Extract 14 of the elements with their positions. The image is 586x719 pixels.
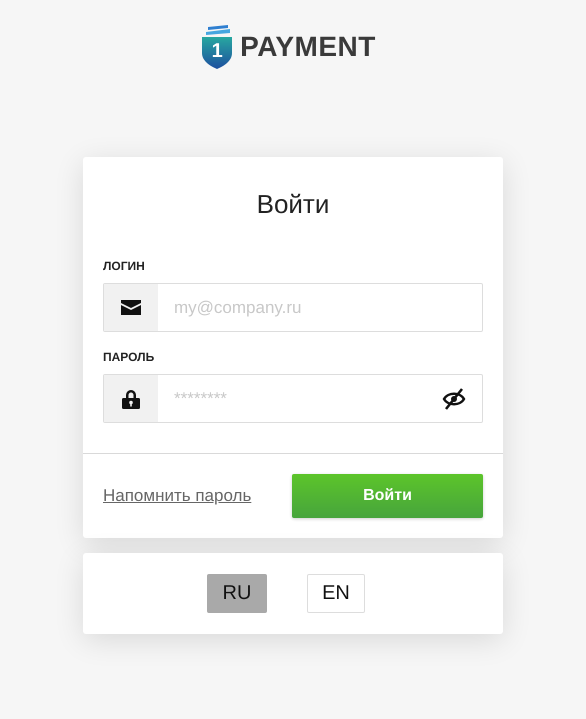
form-title: Войти bbox=[256, 188, 330, 221]
language-button[interactable]: EN bbox=[307, 574, 365, 613]
forgot-password-link[interactable]: Напомнить пароль bbox=[103, 486, 252, 506]
input-field[interactable]: ******** bbox=[158, 388, 442, 410]
input-box[interactable]: ******** bbox=[103, 374, 483, 423]
logo-text: PAYMENT bbox=[240, 31, 376, 63]
logo-digit: 1 bbox=[210, 40, 224, 62]
field-label: ЛОГИН bbox=[103, 259, 146, 273]
lock-icon bbox=[122, 388, 140, 408]
shield-logo-icon bbox=[200, 25, 234, 69]
envelope-icon bbox=[121, 300, 141, 315]
language-button[interactable]: RU bbox=[207, 574, 267, 613]
eye-slash-icon[interactable] bbox=[442, 388, 466, 410]
field-label: ПАРОЛЬ bbox=[103, 350, 156, 364]
